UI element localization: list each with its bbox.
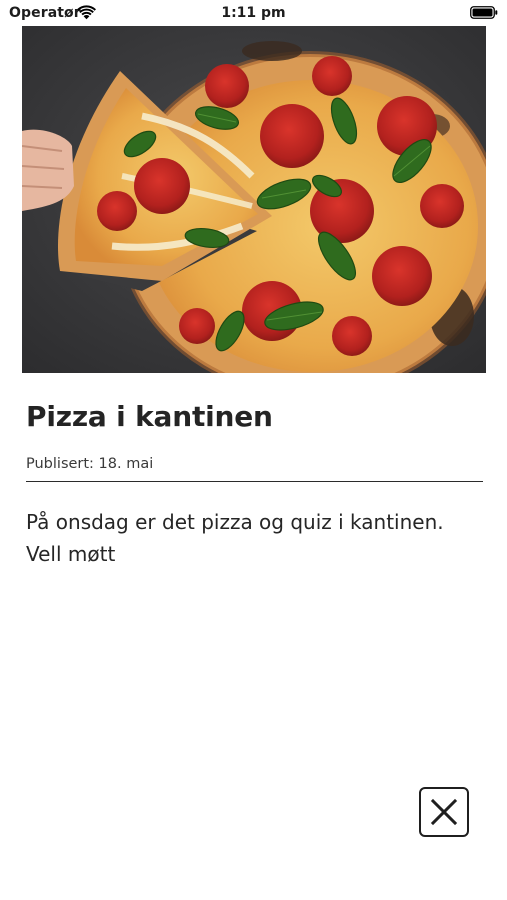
published-date: Publisert: 18. mai (26, 456, 154, 472)
battery-icon (470, 6, 498, 19)
divider (26, 481, 483, 482)
pizza-image (22, 26, 486, 373)
close-button[interactable] (419, 787, 469, 837)
close-icon (430, 798, 458, 826)
article-title: Pizza i kantinen (26, 400, 273, 433)
status-bar: Operatør 1:11 pm (0, 0, 507, 26)
status-time: 1:11 pm (221, 5, 286, 21)
news-detail-screen: Operatør 1:11 pm Pizza i kantinen Publis… (0, 0, 507, 900)
article-body: På onsdag er det pizza og quiz i kantine… (26, 510, 444, 566)
